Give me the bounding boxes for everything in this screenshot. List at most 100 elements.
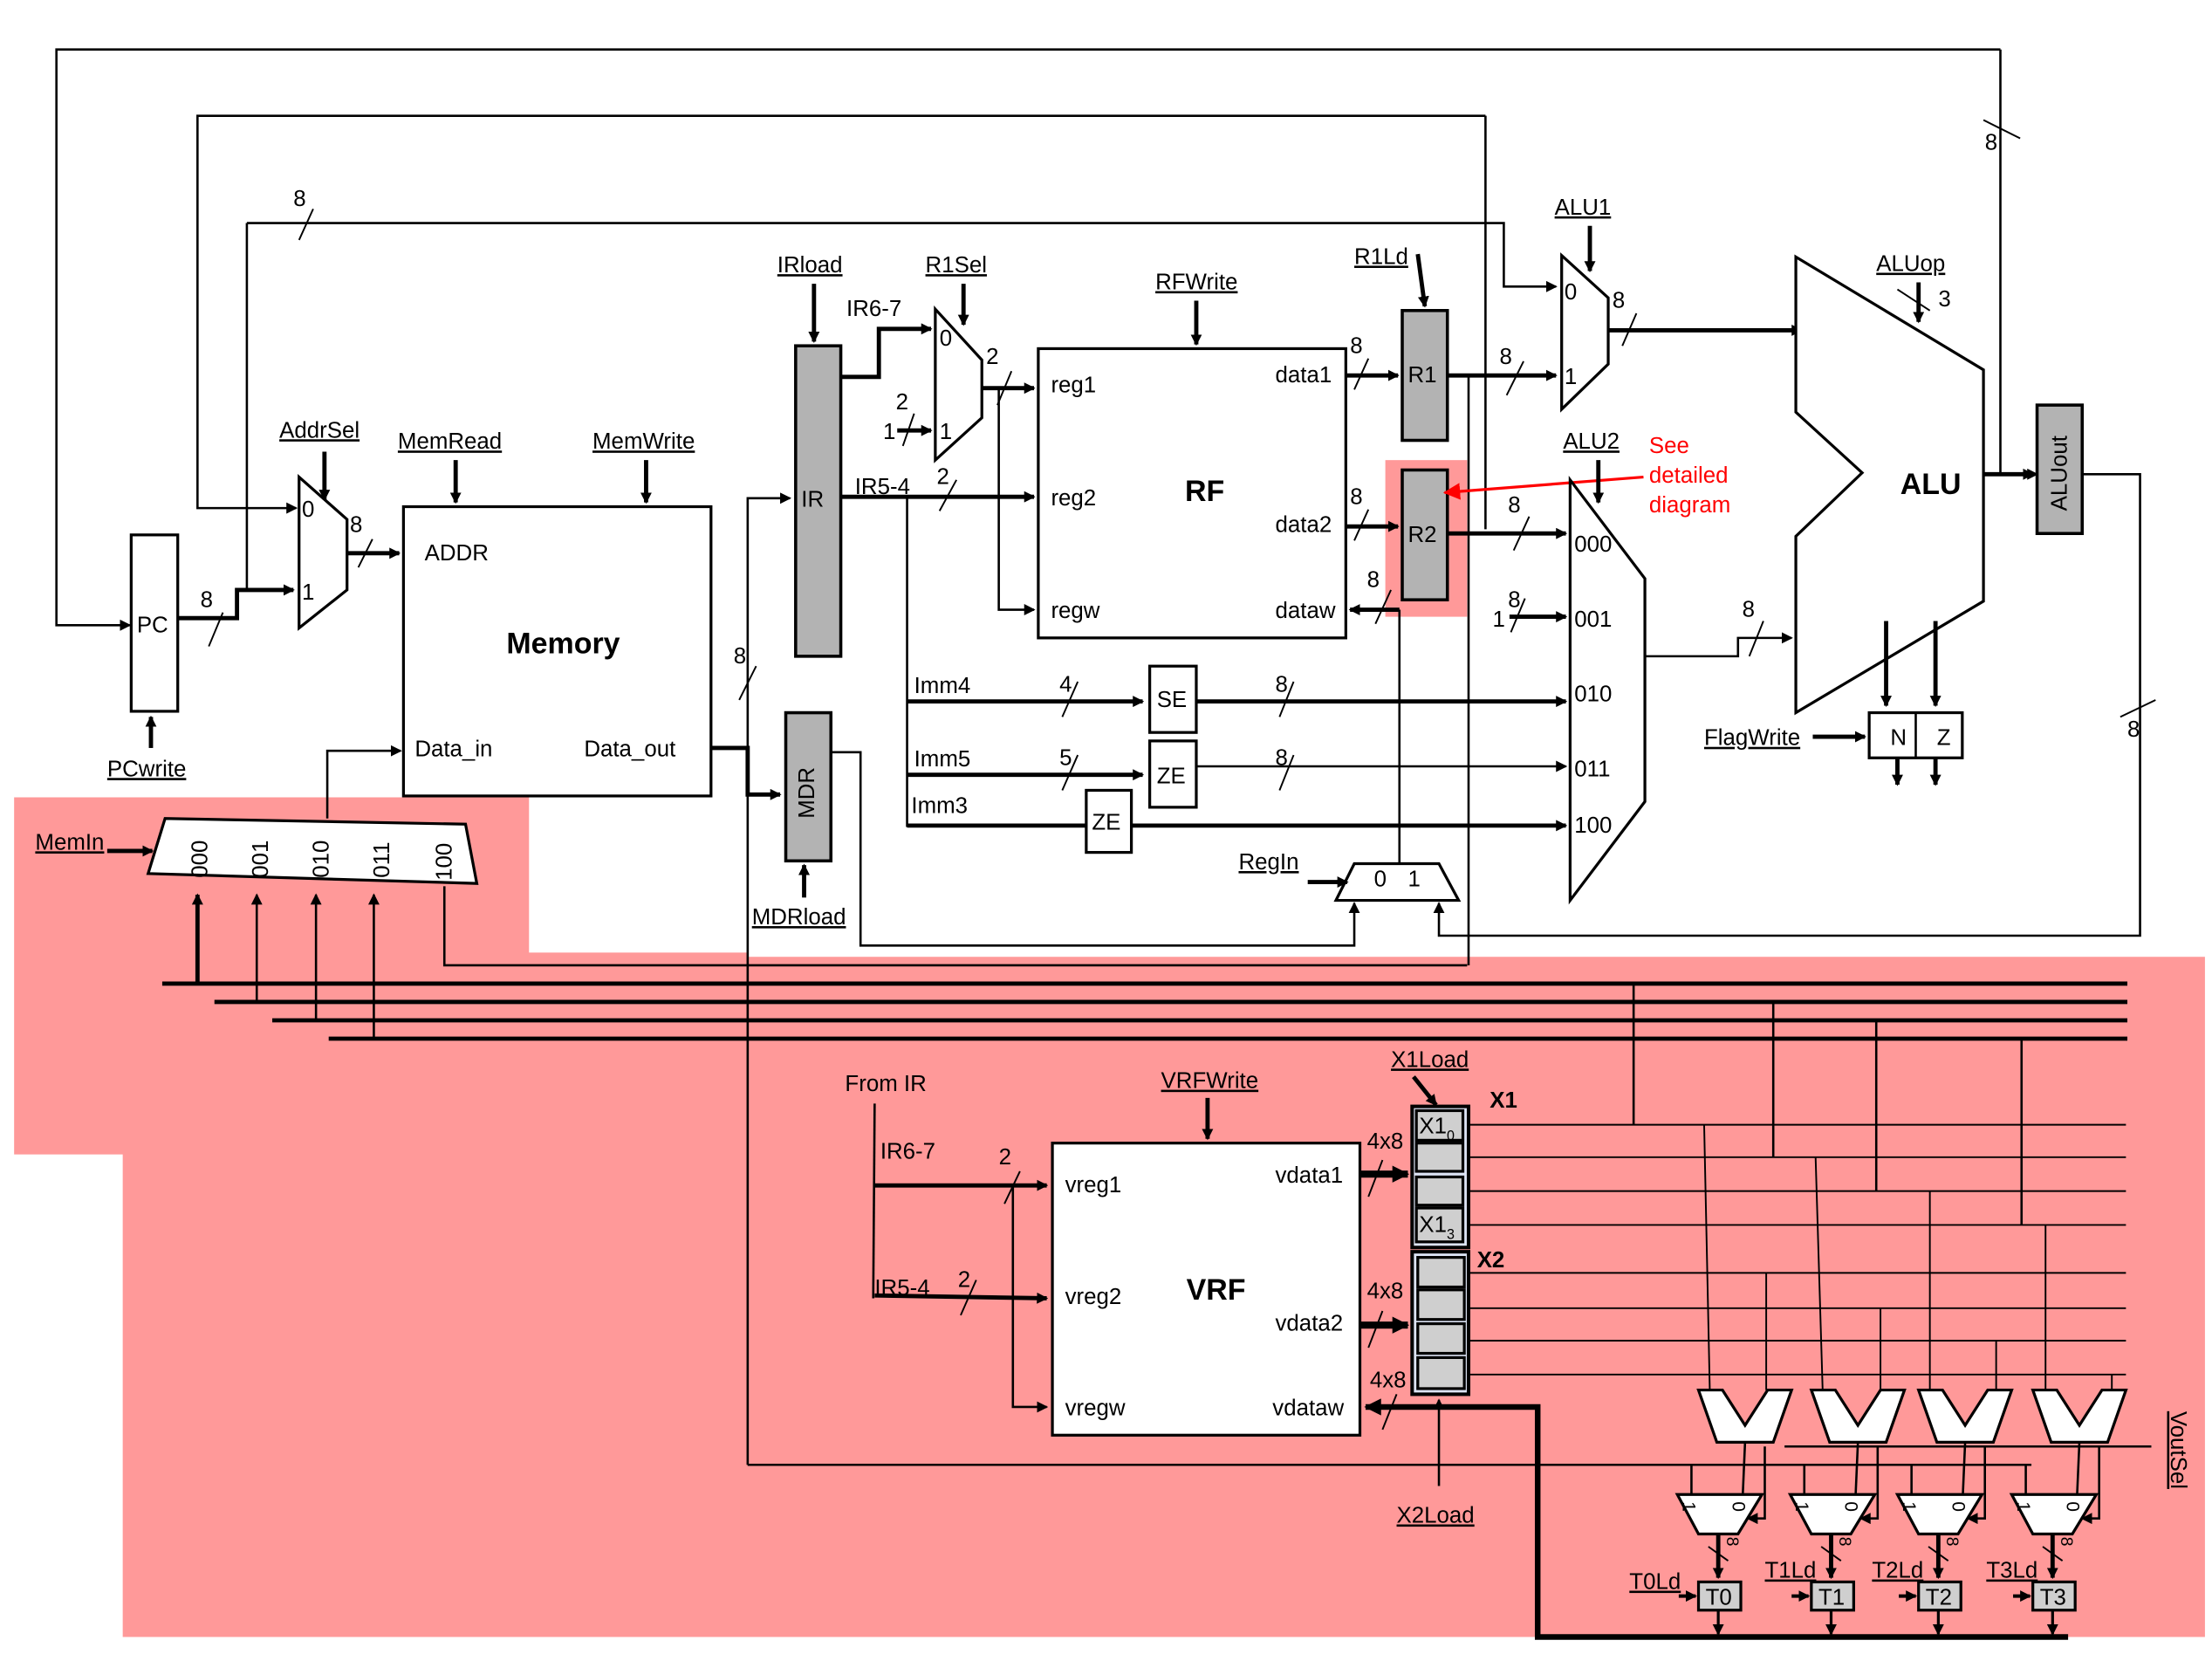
- vrf-port-vreg2: vreg2: [1065, 1285, 1122, 1309]
- bus-width-label: 5: [1059, 745, 1072, 770]
- signal-imm5: Imm5: [914, 747, 971, 772]
- mux-input-label: 010: [1574, 683, 1612, 707]
- x1load-control: X1Load: [1391, 1047, 1469, 1072]
- bus-width-label: 4x8: [1367, 1279, 1404, 1303]
- alu1-control: ALU1: [1555, 196, 1612, 220]
- rf-port-dataw: dataw: [1276, 599, 1336, 623]
- vrf-port-vreg1: vreg1: [1065, 1173, 1122, 1198]
- vrf-label: VRF: [1187, 1273, 1246, 1307]
- x1-label: X1: [1490, 1088, 1517, 1113]
- bus-width-label: 3: [1938, 287, 1950, 312]
- vrf-port-vdata2: vdata2: [1276, 1312, 1344, 1336]
- mux-input-label: 0: [1841, 1501, 1861, 1512]
- datapath-diagram: 8 8 PC 8 PCwrite 0 1 AddrSel 8 ADDR Memo…: [14, 48, 2205, 1640]
- x2-element-1: [1416, 1288, 1466, 1321]
- flag-n-label: N: [1890, 726, 1907, 751]
- aluop-control: ALUop: [1876, 252, 1945, 277]
- mux-input-label: 0: [2062, 1501, 2082, 1512]
- bus-width-label: 4: [1059, 672, 1072, 697]
- rf-port-data1: data1: [1276, 363, 1332, 388]
- mux-input-label: 1: [2013, 1501, 2033, 1512]
- bus-width-label: 8: [2127, 717, 2140, 742]
- mux-input-label: 1: [940, 420, 952, 444]
- aluout-label: ALUout: [2047, 436, 2072, 511]
- r1-label: R1: [1407, 363, 1436, 388]
- bus-width-label: 8: [1276, 672, 1288, 697]
- mux-input-label: 1: [1407, 867, 1420, 891]
- bus-width-label: 8: [1350, 333, 1362, 358]
- bus-width-label: 2: [896, 390, 908, 415]
- vrf-port-vregw: vregw: [1065, 1397, 1126, 1421]
- mux-input-label: 011: [370, 841, 394, 877]
- mux-input-label: 0: [1374, 867, 1387, 891]
- x2-element-0: [1416, 1255, 1466, 1289]
- flag-z-label: Z: [1937, 726, 1951, 751]
- mux-input-label: 0: [1948, 1501, 1969, 1512]
- memory-addr-port: ADDR: [425, 541, 489, 566]
- mux-input-label: 000: [1574, 532, 1612, 557]
- bus-width-label: 8: [1942, 1537, 1962, 1547]
- rf-label: RF: [1185, 475, 1224, 508]
- mux-input-label: 001: [1574, 607, 1612, 632]
- signal-ir54: IR5-4: [855, 475, 910, 499]
- bus-width-label: 2: [999, 1145, 1011, 1170]
- annotation-arrow: [1442, 475, 1644, 500]
- bus-width-label: 8: [1722, 1537, 1742, 1547]
- rf-port-data2: data2: [1276, 513, 1332, 538]
- bus-width-label: 8: [1367, 568, 1380, 593]
- x1-element-2: [1414, 1175, 1465, 1207]
- r2-label: R2: [1407, 523, 1436, 547]
- bus-width-label: 8: [1350, 484, 1362, 509]
- from-ir-label: From IR: [845, 1072, 926, 1096]
- r1sel-control: R1Sel: [926, 253, 987, 278]
- bus-width-label: 8: [1508, 493, 1520, 518]
- memin-control: MemIn: [35, 830, 104, 854]
- bus-width-label: 8: [1743, 598, 1755, 622]
- alu-label: ALU: [1900, 468, 1962, 501]
- signal-vir67: IR6-7: [880, 1139, 935, 1163]
- x2-element-2: [1416, 1321, 1466, 1355]
- voutsel-control: VoutSel: [2166, 1411, 2190, 1489]
- memread-control: MemRead: [398, 429, 502, 454]
- bus-width-label: 8: [2057, 1537, 2076, 1547]
- mux-input-label: 1: [302, 580, 314, 605]
- mux-input-label: 000: [188, 841, 213, 878]
- mux-input-label: 001: [249, 841, 273, 878]
- mux-input-label: 0: [302, 498, 314, 522]
- x2-label: X2: [1477, 1248, 1505, 1273]
- bus-width-label: 8: [293, 187, 305, 211]
- mdr-label: MDR: [795, 767, 819, 819]
- regin-mux: [1333, 861, 1462, 902]
- irload-control: IRload: [777, 253, 843, 278]
- bus-width-label: 8: [1508, 587, 1520, 612]
- memory-data-in-port: Data_in: [414, 738, 492, 762]
- bus-width-label: 8: [201, 587, 213, 612]
- flagwrite-control: FlagWrite: [1704, 726, 1800, 751]
- t-register-label: T3: [2040, 1585, 2066, 1609]
- bus-width-label: 8: [1276, 745, 1288, 770]
- bus-width-label: 8: [1500, 345, 1512, 369]
- annotation-line: detailed: [1649, 463, 1729, 488]
- x2-element-3: [1416, 1355, 1466, 1390]
- se-label: SE: [1157, 688, 1188, 712]
- mux-input-label: 010: [310, 841, 334, 878]
- vrf-port-vdata1: vdata1: [1276, 1163, 1344, 1188]
- mux-input-label: 0: [1565, 280, 1577, 305]
- rf-port-regw: regw: [1051, 599, 1099, 623]
- vrf-port-vdataw: vdataw: [1272, 1397, 1344, 1421]
- pcwrite-control: PCwrite: [107, 757, 187, 781]
- tld-control-0: T0Ld: [1629, 1570, 1681, 1595]
- ir-label: IR: [801, 488, 824, 512]
- mux-input-label: 100: [432, 843, 456, 881]
- addrsel-control: AddrSel: [279, 418, 360, 443]
- memory-label: Memory: [506, 628, 620, 661]
- signal-imm3: Imm3: [911, 793, 968, 818]
- mux-input-label: 1: [1899, 1501, 1919, 1512]
- mux-input-label: 1: [1791, 1501, 1811, 1512]
- mux-input-label: 100: [1574, 813, 1612, 838]
- bus-width-label: 8: [1835, 1537, 1854, 1547]
- bus-width-label: 8: [1985, 130, 1997, 154]
- mux-input-label: 0: [940, 326, 952, 351]
- x2load-control: X2Load: [1397, 1504, 1475, 1528]
- tld-control-2: T2Ld: [1872, 1559, 1923, 1583]
